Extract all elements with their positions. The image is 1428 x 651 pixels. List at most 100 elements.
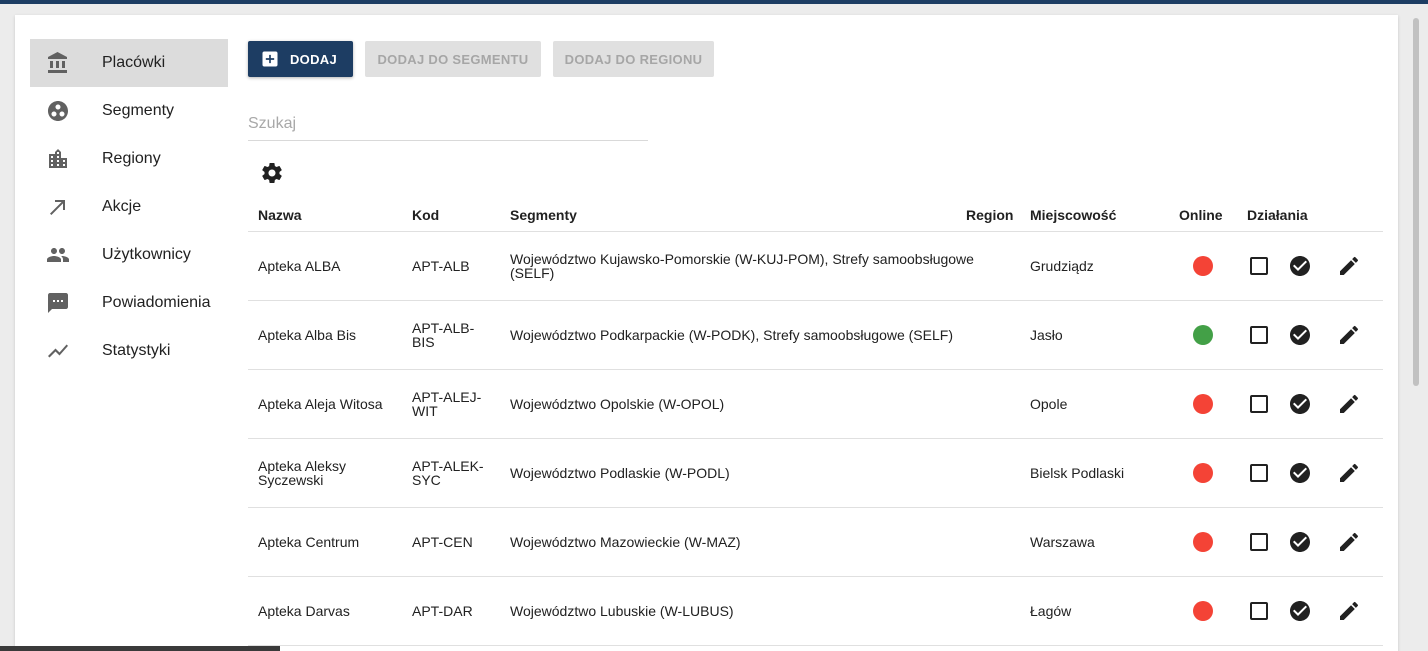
cell-segments: Województwo Kujawsko-Pomorskie (W-KUJ-PO… [510, 251, 974, 281]
sidebar-item-label: Segmenty [102, 102, 175, 119]
bank-icon [46, 51, 70, 75]
column-header-name[interactable]: Nazwa [258, 207, 302, 223]
search-input[interactable] [248, 108, 648, 140]
row-select-checkbox[interactable] [1250, 533, 1268, 551]
scrollbar-thumb[interactable] [1413, 18, 1419, 386]
sidebar-item-segmenty[interactable]: Segmenty [30, 87, 228, 135]
online-status-dot [1193, 325, 1213, 345]
sidebar-item-label: Placówki [102, 54, 166, 71]
table-row[interactable]: Apteka ALBA APT-ALB Województwo Kujawsko-P… [248, 232, 1383, 301]
city-icon [46, 147, 70, 171]
add-to-region-label: DODAJ DO REGIONU [564, 51, 703, 67]
cell-segments: Województwo Mazowieckie (W-MAZ) [510, 534, 741, 550]
table-row[interactable]: Apteka Aleja Witosa APT-ALEJ-WIT Województ… [248, 370, 1383, 439]
sidebar-item-label: Użytkownicy [102, 246, 191, 263]
edit-icon[interactable] [1337, 530, 1361, 554]
trending-icon [46, 339, 70, 363]
sidebar-item-statystyki[interactable]: Statystyki [30, 327, 228, 375]
sidebar-item-placowki[interactable]: Placówki [30, 39, 228, 87]
table-row[interactable]: Apteka Centrum APT-CEN Województwo Mazowie… [248, 508, 1383, 577]
add-to-region-button[interactable]: DODAJ DO REGIONU [553, 41, 714, 77]
cell-name: Apteka Centrum [258, 534, 360, 550]
cell-segments: Województwo Opolskie (W-OPOL) [510, 396, 725, 412]
people-icon [46, 243, 70, 267]
message-icon [46, 291, 70, 315]
cell-city: Bielsk Podlaski [1030, 465, 1125, 481]
cell-name: Apteka Aleksy Syczewski [258, 458, 346, 488]
add-button-label: DODAJ [289, 51, 337, 67]
online-status-dot [1193, 256, 1213, 276]
check-circle-icon[interactable] [1288, 461, 1312, 485]
row-select-checkbox[interactable] [1250, 257, 1268, 275]
row-select-checkbox[interactable] [1250, 395, 1268, 413]
sidebar-nav: Placówki Segmenty Regiony Akcje Użytkown… [30, 39, 228, 375]
table-row[interactable]: Apteka Alba Bis APT-ALB-BIS Województwo Po… [248, 301, 1383, 370]
check-circle-icon[interactable] [1288, 530, 1312, 554]
cell-name: Apteka Aleja Witosa [258, 396, 383, 412]
sidebar-item-uzytkownicy[interactable]: Użytkownicy [30, 231, 228, 279]
table-row[interactable]: Apteka Darvas APT-DAR Województwo Lubuskie… [248, 577, 1383, 646]
row-select-checkbox[interactable] [1250, 326, 1268, 344]
online-status-dot [1193, 463, 1213, 483]
sidebar-item-label: Powiadomienia [102, 294, 211, 311]
row-select-checkbox[interactable] [1250, 602, 1268, 620]
edit-icon[interactable] [1337, 599, 1361, 623]
online-status-dot [1193, 601, 1213, 621]
add-box-icon [262, 51, 278, 67]
add-button[interactable]: DODAJ [248, 41, 353, 77]
check-circle-icon[interactable] [1288, 323, 1312, 347]
column-header-code[interactable]: Kod [412, 207, 439, 223]
search-field [248, 108, 648, 141]
online-status-dot [1193, 532, 1213, 552]
column-header-region[interactable]: Region [966, 207, 1013, 223]
cell-city: Warszawa [1030, 534, 1095, 550]
cell-name: Apteka ALBA [258, 258, 341, 274]
check-circle-icon[interactable] [1288, 254, 1312, 278]
check-circle-icon[interactable] [1288, 392, 1312, 416]
sidebar-item-label: Statystyki [102, 342, 171, 359]
sidebar-item-regiony[interactable]: Regiony [30, 135, 228, 183]
column-header-city[interactable]: Miejscowość [1030, 207, 1116, 223]
online-status-dot [1193, 394, 1213, 414]
edit-icon[interactable] [1337, 254, 1361, 278]
table-header: Nazwa Kod Segmenty Region Miejscowość On… [248, 196, 1383, 232]
cell-code: APT-DAR [412, 603, 473, 619]
sidebar-item-label: Akcje [102, 198, 142, 215]
cell-code: APT-ALEJ-WIT [412, 389, 482, 419]
gear-icon[interactable] [260, 161, 284, 185]
edit-icon[interactable] [1337, 392, 1361, 416]
column-header-actions: Działania [1247, 207, 1308, 223]
page-scrollbar[interactable] [1411, 4, 1421, 651]
edit-icon[interactable] [1337, 323, 1361, 347]
row-select-checkbox[interactable] [1250, 464, 1268, 482]
table-body: Apteka ALBA APT-ALB Województwo Kujawsko-P… [248, 232, 1383, 646]
cell-code: APT-ALB-BIS [412, 320, 475, 350]
add-to-segment-button[interactable]: DODAJ DO SEGMENTU [365, 41, 541, 77]
arrow-up-right-icon [46, 195, 70, 219]
sidebar-item-label: Regiony [102, 150, 161, 167]
cell-code: APT-ALB [412, 258, 470, 274]
cell-city: Opole [1030, 396, 1068, 412]
edit-icon[interactable] [1337, 461, 1361, 485]
top-accent-bar [0, 0, 1428, 4]
cell-city: Jasło [1030, 327, 1063, 343]
cell-name: Apteka Darvas [258, 603, 350, 619]
table-row[interactable]: Apteka Aleksy Syczewski APT-ALEK-SYC Wojew… [248, 439, 1383, 508]
cell-code: APT-ALEK-SYC [412, 458, 484, 488]
column-header-segments[interactable]: Segmenty [510, 207, 577, 223]
cell-name: Apteka Alba Bis [258, 327, 357, 343]
cell-city: Grudziądz [1030, 258, 1094, 274]
check-circle-icon[interactable] [1288, 599, 1312, 623]
cell-code: APT-CEN [412, 534, 473, 550]
cell-segments: Województwo Lubuskie (W-LUBUS) [510, 603, 734, 619]
cell-segments: Województwo Podlaskie (W-PODL) [510, 465, 730, 481]
column-header-online[interactable]: Online [1179, 207, 1223, 223]
facilities-table: Nazwa Kod Segmenty Region Miejscowość On… [248, 196, 1383, 646]
cell-segments: Województwo Podkarpackie (W-PODK), Stref… [510, 327, 953, 343]
sidebar-item-akcje[interactable]: Akcje [30, 183, 228, 231]
segments-icon [46, 99, 70, 123]
sidebar-item-powiadomienia[interactable]: Powiadomienia [30, 279, 228, 327]
taskbar-strip [0, 646, 280, 651]
cell-city: Łagów [1030, 603, 1072, 619]
add-to-segment-label: DODAJ DO SEGMENTU [377, 51, 529, 67]
